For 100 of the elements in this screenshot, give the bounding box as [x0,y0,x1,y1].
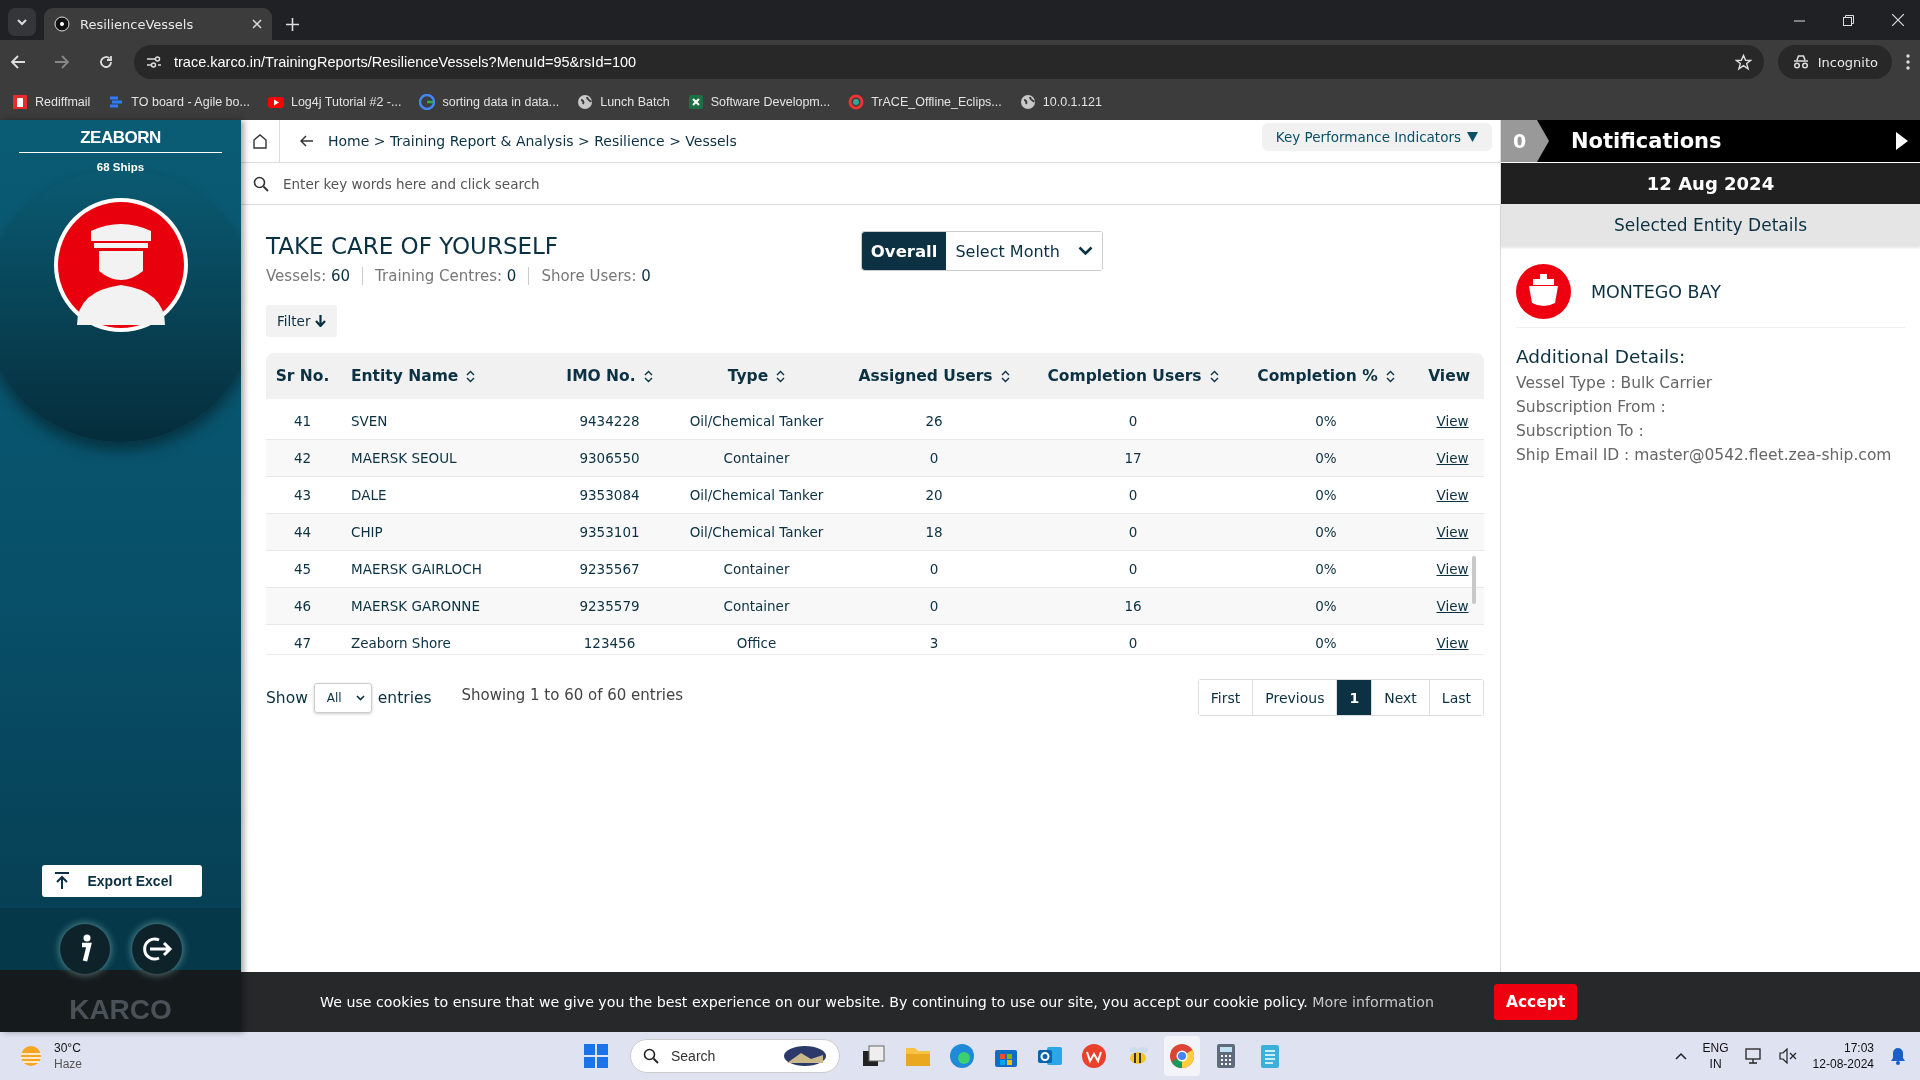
bookmark-star-icon[interactable] [1734,53,1752,71]
stat-text: Training Centres: 0 [362,267,529,285]
table-cell-text: SVEN [350,413,389,429]
sort-icon[interactable] [643,369,653,383]
network-icon[interactable] [1744,1047,1763,1065]
table-cell-text: 45 [292,561,313,577]
address-bar[interactable]: trace.karco.in/TrainingReports/ResilienceVessels?MenuId=95&rsId=100 [134,45,1764,79]
view-link[interactable]: View [1436,450,1469,466]
sort-icon[interactable] [466,369,476,383]
table-cell-text: 0 [1127,487,1139,503]
column-header[interactable]: Completion Users [1035,367,1231,385]
column-header[interactable]: Completion % [1231,367,1421,385]
notifications-title: Notifications [1571,129,1722,153]
table-cell-text: 16 [1123,598,1143,614]
reload-icon[interactable] [98,54,114,70]
column-header[interactable]: Assigned Users [833,367,1035,385]
page-title: TAKE CARE OF YOURSELF [266,233,560,259]
page-length-select[interactable]: All [313,682,372,713]
scrollbar[interactable] [1472,556,1476,604]
stat-text: Shore Users: 0 [528,267,663,285]
table-cell-text: Oil/Chemical Tanker [688,524,825,540]
table-cell-text: 0% [1314,598,1338,614]
more-information-link[interactable]: More information [1312,994,1434,1010]
table-cell-text: 9353101 [578,524,641,540]
view-link[interactable]: View [1436,524,1469,540]
bell-icon[interactable] [1890,1047,1906,1065]
language-indicator[interactable]: ENG IN [1702,1040,1729,1072]
details-heading: Additional Details: [1516,346,1687,367]
globe-icon [1019,94,1036,110]
table-cell-text: 41 [292,413,313,429]
table-cell-text: 0 [928,561,940,577]
bookmark-link[interactable]: Log4j Tutorial #2 -... [267,94,402,110]
view-link[interactable]: View [1436,487,1469,503]
sort-icon[interactable] [1385,369,1395,383]
filter-button[interactable]: Filter [266,305,338,337]
bookmark-link[interactable]: Rediffmail [12,94,91,110]
table-cell-text: 0% [1314,635,1338,651]
expand-arrow-icon[interactable] [1896,132,1908,150]
new-tab-icon[interactable] [286,18,299,31]
bookmark-link[interactable]: Lunch Batch [577,94,670,110]
restore-icon[interactable] [1843,14,1854,26]
table-info: Showing 1 to 60 of 60 entries [461,685,684,704]
chevron-up-icon[interactable] [1674,1052,1687,1060]
bookmark-link[interactable]: TO board - Agile bo... [108,94,250,110]
column-header[interactable]: Type [680,367,833,385]
menu-icon[interactable] [1906,54,1910,70]
logout-icon [140,935,173,963]
bookmark-link[interactable]: TrACE_Offline_Eclips... [848,94,1002,110]
detail-text: Subscription To : [1516,421,1645,442]
accept-button[interactable]: Accept [1493,984,1578,1020]
start-icon [583,1043,609,1069]
site-settings-icon[interactable] [146,55,162,69]
home-icon [252,133,268,149]
close-icon[interactable] [252,19,262,29]
back-icon[interactable] [300,135,314,147]
taskbar-search-field[interactable]: Search [630,1039,840,1073]
clock[interactable]: 17:03 12-08-2024 [1812,1040,1874,1072]
pagination-button[interactable]: Last [1428,680,1483,715]
info-button[interactable] [59,924,110,974]
bookmark-link[interactable]: 10.0.1.121 [1019,94,1102,110]
date-bar: 12 Aug 2024 [1501,162,1920,204]
table-cell-text: MAERSK GAIRLOCH [350,561,483,577]
table-cell-text: 0% [1314,450,1338,466]
section-title: Selected Entity Details [1501,204,1920,246]
table-cell-text: 44 [292,524,313,540]
globe-icon [577,94,594,110]
overall-toggle[interactable]: Overall [861,232,947,270]
view-link[interactable]: View [1436,561,1469,577]
forward-icon[interactable] [54,54,70,70]
view-link[interactable]: View [1436,413,1469,429]
stat-text: Vessels: 60 [266,267,352,285]
view-link[interactable]: View [1436,598,1469,614]
table-cell-text: 0 [1127,561,1139,577]
close-icon[interactable] [1892,14,1904,26]
table-cell-text: 123456 [582,635,637,651]
column-header[interactable]: Entity Name [339,367,539,385]
bookmark-link[interactable]: sorting data in data... [419,94,560,110]
favicon [54,16,70,32]
browser-tab[interactable]: ResilienceVessels [44,8,272,40]
search-icon[interactable] [253,175,269,192]
view-link[interactable]: View [1436,635,1469,651]
table-cell-text: Container [722,450,791,466]
table-cell-text: Oil/Chemical Tanker [688,413,825,429]
sort-icon[interactable] [776,369,786,383]
muted-speaker-icon[interactable] [1778,1048,1797,1064]
logout-button[interactable] [131,924,182,974]
table-cell-text: 47 [292,635,313,651]
incognito-icon [1791,55,1810,69]
tab-list-button[interactable] [8,8,36,36]
export-excel-button[interactable]: Export Excel [41,865,202,897]
sort-icon[interactable] [1209,369,1219,383]
bookmark-link[interactable]: Software Developm... [687,94,831,110]
incognito-button[interactable]: Incognito [1777,45,1892,79]
pagination-button[interactable]: 1 [1336,680,1372,715]
table-cell-text: 3 [928,635,940,651]
sort-icon[interactable] [1000,369,1010,383]
column-header[interactable]: IMO No. [539,367,680,385]
kpi-menu[interactable]: Key Performance Indicators [1261,123,1492,151]
breadcrumb: Home > Training Report & Analysis > Resilience > Vessels [328,133,737,149]
table-cell-text: 0 [1127,635,1139,651]
